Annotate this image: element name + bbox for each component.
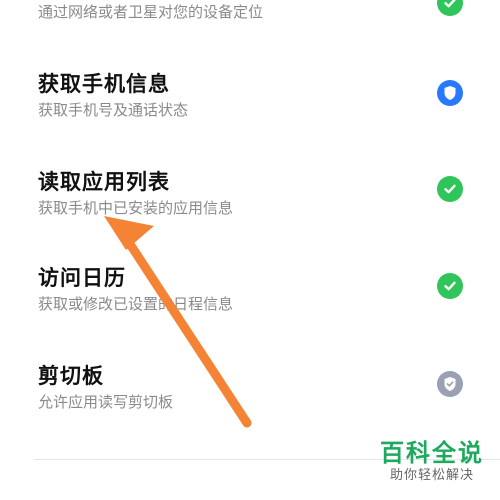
permission-title: 读取应用列表	[38, 170, 170, 194]
permission-title: 剪切板	[38, 364, 104, 388]
permission-item-clipboard[interactable]: 剪切板 允许应用读写剪切板	[0, 346, 500, 442]
check-icon[interactable]	[437, 176, 463, 202]
permission-title: 获取手机信息	[38, 72, 170, 96]
check-icon[interactable]	[437, 0, 463, 16]
permission-item-app-list[interactable]: 读取应用列表 获取手机中已安装的应用信息	[0, 154, 500, 250]
permission-item-calendar[interactable]: 访问日历 获取或修改已设置的日程信息	[0, 250, 500, 346]
permission-desc: 获取或修改已设置的日程信息	[38, 295, 234, 313]
shield-icon[interactable]	[437, 80, 463, 106]
permission-desc: 允许应用读写剪切板	[38, 393, 174, 411]
shield-icon[interactable]	[437, 371, 463, 397]
permission-item-location[interactable]: 通过网络或者卫星对您的设备定位	[0, 0, 500, 56]
permission-desc: 通过网络或者卫星对您的设备定位	[38, 3, 264, 21]
permission-desc: 获取手机号及通话状态	[38, 101, 189, 119]
permission-item-phone-info[interactable]: 获取手机信息 获取手机号及通话状态	[0, 58, 500, 154]
watermark: 百科全说 助你轻松解决	[376, 438, 488, 484]
watermark-subtitle: 助你轻松解决	[389, 468, 474, 483]
check-icon[interactable]	[437, 273, 463, 299]
watermark-title: 百科全说	[380, 439, 484, 467]
permission-title: 访问日历	[38, 266, 126, 290]
permission-desc: 获取手机中已安装的应用信息	[38, 199, 234, 217]
